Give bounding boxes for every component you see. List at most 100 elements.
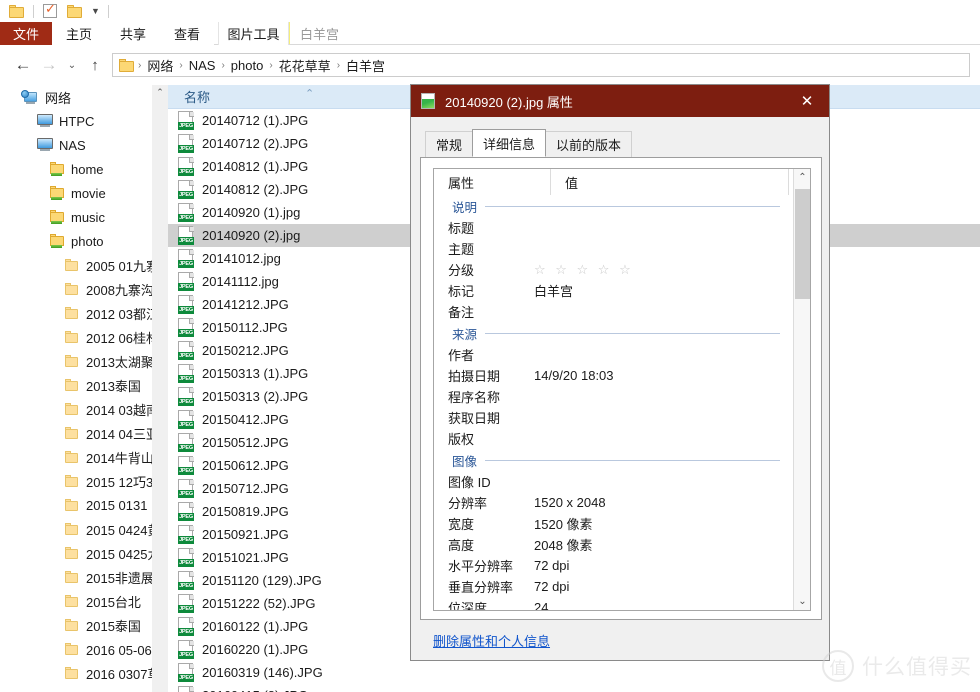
property-row[interactable]: 作者 <box>434 344 790 365</box>
new-folder-icon[interactable] <box>67 4 82 18</box>
tree-item-label: 2012 03都江堰 <box>86 306 152 322</box>
close-icon[interactable]: ✕ <box>785 85 829 117</box>
property-row[interactable]: 水平分辨率 72 dpi <box>434 555 790 576</box>
folder-icon[interactable] <box>9 4 24 18</box>
property-row[interactable]: 标记 白羊宫 <box>434 280 790 301</box>
dialog-tab-general[interactable]: 常规 <box>425 131 474 157</box>
property-row[interactable]: 分级 ☆ ☆ ☆ ☆ ☆ <box>434 259 790 280</box>
address-bar[interactable]: › 网络 › NAS › photo › 花花草草 › 白羊宫 <box>112 53 970 77</box>
breadcrumb-nas[interactable]: NAS <box>184 58 221 73</box>
tree-item[interactable]: 网络 <box>0 85 152 109</box>
tree-item[interactable]: 2014牛背山照片 <box>0 445 152 469</box>
tree-item[interactable]: photo <box>0 229 152 253</box>
navigation-pane[interactable]: 网络 HTPC NAS home movie music photo 2005 01九寨 200… <box>0 85 152 692</box>
remove-properties-link[interactable]: 删除属性和个人信息 <box>433 631 550 650</box>
tab-picture-tools[interactable]: 图片工具 <box>218 22 290 45</box>
property-row[interactable]: 高度 2048 像素 <box>434 534 790 555</box>
folder-icon <box>65 642 80 656</box>
group-divider <box>485 459 780 461</box>
shared-folder-icon <box>50 210 65 224</box>
tree-item[interactable]: 2005 01九寨 <box>0 253 152 277</box>
property-row[interactable]: 宽度 1520 像素 <box>434 513 790 534</box>
scroll-down-icon[interactable]: ⌄ <box>794 593 810 610</box>
property-value[interactable]: 1520 x 2048 <box>534 495 790 510</box>
scroll-up-icon[interactable]: ⌃ <box>152 85 168 99</box>
file-row[interactable]: JPEG 20160415 (8).JPG <box>168 684 980 692</box>
tree-item[interactable]: 2016 0307草草 <box>0 661 152 685</box>
tree-item[interactable]: 2012 06桂林 <box>0 325 152 349</box>
tree-item[interactable]: 2015 0131 <box>0 493 152 517</box>
property-value[interactable]: 72 dpi <box>534 579 790 594</box>
folder-icon <box>65 258 80 272</box>
recent-locations-icon[interactable]: ⌄ <box>62 53 82 77</box>
dialog-tab-previous-versions[interactable]: 以前的版本 <box>545 131 633 157</box>
tree-item[interactable]: HTPC <box>0 109 152 133</box>
tree-item[interactable]: 2008九寨沟 <box>0 277 152 301</box>
property-row[interactable]: 标题 <box>434 217 790 238</box>
breadcrumb-photo[interactable]: photo <box>226 58 269 73</box>
property-value[interactable]: 72 dpi <box>534 558 790 573</box>
tree-item[interactable]: 2015 0424黄加 <box>0 517 152 541</box>
tree-item-label: HTPC <box>59 113 95 129</box>
properties-checkmark-icon[interactable] <box>43 1 57 18</box>
tab-home[interactable]: 主页 <box>52 22 107 45</box>
tree-item-label: 2014 03越南 <box>86 402 152 418</box>
breadcrumb-network[interactable]: 网络 <box>142 56 178 75</box>
property-row[interactable]: 垂直分辨率 72 dpi <box>434 576 790 597</box>
property-row[interactable]: 获取日期 <box>434 407 790 428</box>
up-icon[interactable]: ↑ <box>82 53 108 77</box>
dialog-body: 属性 值 说明 标题 主题 分级 ☆ ☆ ☆ ☆ ☆ 标记 白羊宫 备注 来源 作者 拍摄日期 14/… <box>420 157 822 620</box>
breadcrumb-baiyanggong[interactable]: 白羊宫 <box>341 56 390 75</box>
dialog-tabstrip: 常规 详细信息 以前的版本 <box>411 127 829 157</box>
tab-share[interactable]: 共享 <box>106 22 161 45</box>
tree-item[interactable]: 2013太湖聚会 <box>0 349 152 373</box>
column-header-name[interactable]: 名称 <box>168 87 210 106</box>
chevron-down-icon[interactable]: ▼ <box>91 6 100 16</box>
tree-item[interactable]: 2015 0425九寨 <box>0 541 152 565</box>
tree-item[interactable]: home <box>0 157 152 181</box>
scrollbar-thumb[interactable] <box>795 189 810 299</box>
property-row[interactable]: 程序名称 <box>434 386 790 407</box>
properties-dialog[interactable]: 20140920 (2).jpg 属性 ✕ 常规 详细信息 以前的版本 属性 值… <box>410 84 830 661</box>
scroll-up-icon[interactable]: ⌃ <box>794 169 810 186</box>
jpeg-file-icon: JPEG <box>178 479 195 498</box>
tree-item[interactable]: 2012 03都江堰 <box>0 301 152 325</box>
property-value[interactable]: 1520 像素 <box>534 514 790 533</box>
tree-item[interactable]: 2015泰国 <box>0 613 152 637</box>
property-row[interactable]: 备注 <box>434 301 790 322</box>
tree-item[interactable]: movie <box>0 181 152 205</box>
property-value[interactable]: 14/9/20 18:03 <box>534 368 790 383</box>
tree-item[interactable]: 2014 04三亚 <box>0 421 152 445</box>
tree-item[interactable]: music <box>0 205 152 229</box>
property-value[interactable]: 2048 像素 <box>534 535 790 554</box>
tree-item[interactable]: 2015 12巧331 <box>0 469 152 493</box>
property-key: 程序名称 <box>448 390 501 405</box>
property-row[interactable]: 版权 <box>434 428 790 449</box>
property-row[interactable]: 分辨率 1520 x 2048 <box>434 492 790 513</box>
tree-item[interactable]: 2015台北 <box>0 589 152 613</box>
tree-item[interactable]: 2016 05-06温 <box>0 637 152 661</box>
property-value[interactable]: 白羊宫 <box>534 281 790 300</box>
property-value[interactable]: 24 <box>534 600 790 610</box>
forward-icon[interactable]: → <box>36 53 62 77</box>
dialog-tab-details[interactable]: 详细信息 <box>472 129 547 157</box>
rating-stars[interactable]: ☆ ☆ ☆ ☆ ☆ <box>534 262 790 278</box>
property-row[interactable]: 图像 ID <box>434 471 790 492</box>
breadcrumb-huahuacaocao[interactable]: 花花草草 <box>274 56 336 75</box>
property-row[interactable]: 拍摄日期 14/9/20 18:03 <box>434 365 790 386</box>
tree-item[interactable]: 2013泰国 <box>0 373 152 397</box>
properties-scrollbar[interactable]: ⌃ ⌄ <box>793 169 810 610</box>
properties-table[interactable]: 属性 值 说明 标题 主题 分级 ☆ ☆ ☆ ☆ ☆ 标记 白羊宫 备注 来源 作者 拍摄日期 14/… <box>433 168 811 611</box>
tab-view[interactable]: 查看 <box>160 22 215 45</box>
back-icon[interactable]: ← <box>10 53 36 77</box>
property-key: 标题 <box>448 221 475 236</box>
group-divider <box>485 205 780 207</box>
property-row[interactable]: 位深度 24 <box>434 597 790 610</box>
tree-item[interactable]: 2014 03越南 <box>0 397 152 421</box>
tree-item[interactable]: NAS <box>0 133 152 157</box>
navigation-pane-scrollbar[interactable] <box>152 85 168 692</box>
property-row[interactable]: 主题 <box>434 238 790 259</box>
file-row[interactable]: JPEG 20160319 (146).JPG <box>168 661 980 684</box>
tab-file[interactable]: 文件 <box>0 22 52 45</box>
tree-item[interactable]: 2015非遗展 <box>0 565 152 589</box>
